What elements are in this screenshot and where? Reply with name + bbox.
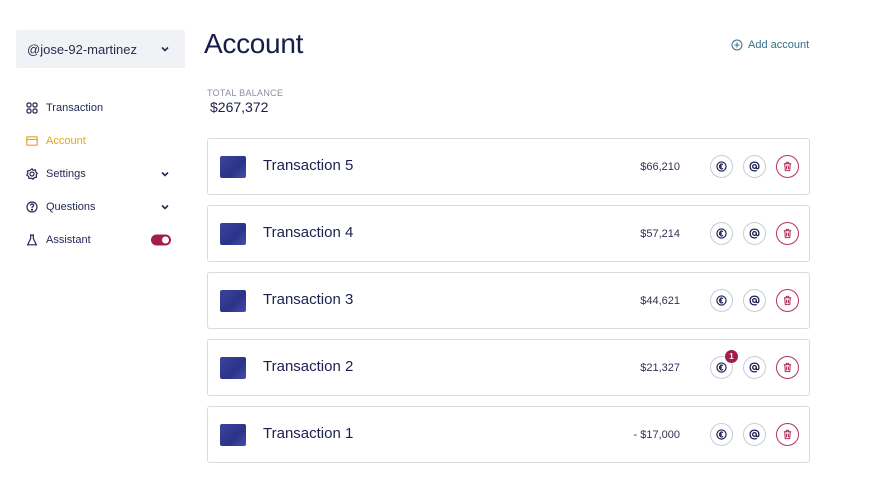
row-actions bbox=[710, 155, 799, 178]
sidebar-item-label: Settings bbox=[46, 167, 86, 180]
transaction-title: Transaction 3 bbox=[263, 291, 354, 308]
transaction-thumbnail bbox=[220, 290, 246, 312]
table-row[interactable]: Transaction 1 - $17,000 bbox=[207, 406, 810, 463]
table-row[interactable]: Transaction 4 $57,214 bbox=[207, 205, 810, 262]
transaction-thumbnail bbox=[220, 223, 246, 245]
transaction-thumbnail bbox=[220, 424, 246, 446]
delete-button[interactable] bbox=[776, 155, 799, 178]
page-title: Account bbox=[204, 28, 304, 59]
add-account-label: Add account bbox=[748, 39, 810, 51]
chevron-down-icon bbox=[159, 168, 171, 180]
at-button[interactable] bbox=[743, 423, 766, 446]
euro-icon bbox=[716, 161, 727, 172]
euro-button[interactable]: 1 bbox=[710, 350, 738, 379]
grid-icon bbox=[25, 101, 39, 115]
at-icon bbox=[749, 429, 760, 440]
table-row[interactable]: Transaction 3 $44,621 bbox=[207, 272, 810, 329]
row-actions bbox=[710, 289, 799, 312]
trash-icon bbox=[783, 161, 792, 172]
trash-icon bbox=[783, 228, 792, 239]
euro-icon bbox=[716, 228, 727, 239]
delete-button[interactable] bbox=[776, 423, 799, 446]
sidebar-item-label: Account bbox=[46, 134, 86, 147]
gear-icon bbox=[25, 167, 39, 181]
sidebar-item-account[interactable]: Account bbox=[25, 124, 171, 157]
transaction-title: Transaction 1 bbox=[263, 425, 354, 442]
trash-icon bbox=[783, 429, 792, 440]
at-button[interactable] bbox=[743, 356, 766, 379]
transaction-amount: $57,214 bbox=[640, 228, 680, 240]
total-balance-value: $267,372 bbox=[210, 99, 269, 115]
euro-icon bbox=[716, 429, 727, 440]
plus-circle-icon bbox=[731, 39, 743, 51]
flask-icon bbox=[25, 233, 39, 247]
at-icon bbox=[749, 161, 760, 172]
trash-icon bbox=[783, 362, 792, 373]
user-dropdown[interactable]: @jose-92-martinez bbox=[16, 30, 185, 68]
sidebar-item-questions[interactable]: Questions bbox=[25, 190, 171, 223]
delete-button[interactable] bbox=[776, 289, 799, 312]
row-actions bbox=[710, 222, 799, 245]
euro-button[interactable] bbox=[710, 289, 733, 312]
card-icon bbox=[25, 134, 39, 148]
sidebar-item-transaction[interactable]: Transaction bbox=[25, 91, 171, 124]
trash-icon bbox=[783, 295, 792, 306]
at-button[interactable] bbox=[743, 155, 766, 178]
transaction-amount: $44,621 bbox=[640, 295, 680, 307]
row-actions: 1 bbox=[710, 350, 799, 379]
transaction-amount: - $17,000 bbox=[633, 429, 680, 441]
euro-icon bbox=[716, 362, 727, 373]
sidebar-item-label: Assistant bbox=[46, 233, 91, 246]
transaction-title: Transaction 4 bbox=[263, 224, 354, 241]
at-icon bbox=[749, 228, 760, 239]
at-button[interactable] bbox=[743, 289, 766, 312]
at-button[interactable] bbox=[743, 222, 766, 245]
transaction-title: Transaction 2 bbox=[263, 358, 354, 375]
delete-button[interactable] bbox=[776, 356, 799, 379]
total-balance-label: TOTAL BALANCE bbox=[207, 88, 284, 98]
euro-button[interactable] bbox=[710, 423, 733, 446]
transaction-thumbnail bbox=[220, 156, 246, 178]
help-circle-icon bbox=[25, 200, 39, 214]
at-icon bbox=[749, 362, 760, 373]
euro-button[interactable] bbox=[710, 155, 733, 178]
chevron-down-icon bbox=[159, 43, 171, 55]
add-account-button[interactable]: Add account bbox=[731, 39, 809, 51]
notification-badge: 1 bbox=[725, 350, 738, 363]
delete-button[interactable] bbox=[776, 222, 799, 245]
sidebar-item-label: Questions bbox=[46, 200, 96, 213]
table-row[interactable]: Transaction 5 $66,210 bbox=[207, 138, 810, 195]
transaction-list: Transaction 5 $66,210 Transaction 4 $57,… bbox=[207, 138, 810, 473]
transaction-amount: $21,327 bbox=[640, 362, 680, 374]
table-row[interactable]: Transaction 2 $21,327 1 bbox=[207, 339, 810, 396]
row-actions bbox=[710, 423, 799, 446]
euro-icon bbox=[716, 295, 727, 306]
sidebar-nav: Transaction Account Settings Questions A… bbox=[25, 91, 171, 256]
sidebar-item-label: Transaction bbox=[46, 101, 104, 114]
euro-button[interactable] bbox=[710, 222, 733, 245]
transaction-thumbnail bbox=[220, 357, 246, 379]
transaction-title: Transaction 5 bbox=[263, 157, 354, 174]
assistant-toggle[interactable] bbox=[151, 234, 171, 245]
user-name: @jose-92-martinez bbox=[27, 41, 138, 57]
sidebar-item-assistant[interactable]: Assistant bbox=[25, 223, 171, 256]
transaction-amount: $66,210 bbox=[640, 161, 680, 173]
at-icon bbox=[749, 295, 760, 306]
sidebar-item-settings[interactable]: Settings bbox=[25, 157, 171, 190]
chevron-down-icon bbox=[159, 201, 171, 213]
